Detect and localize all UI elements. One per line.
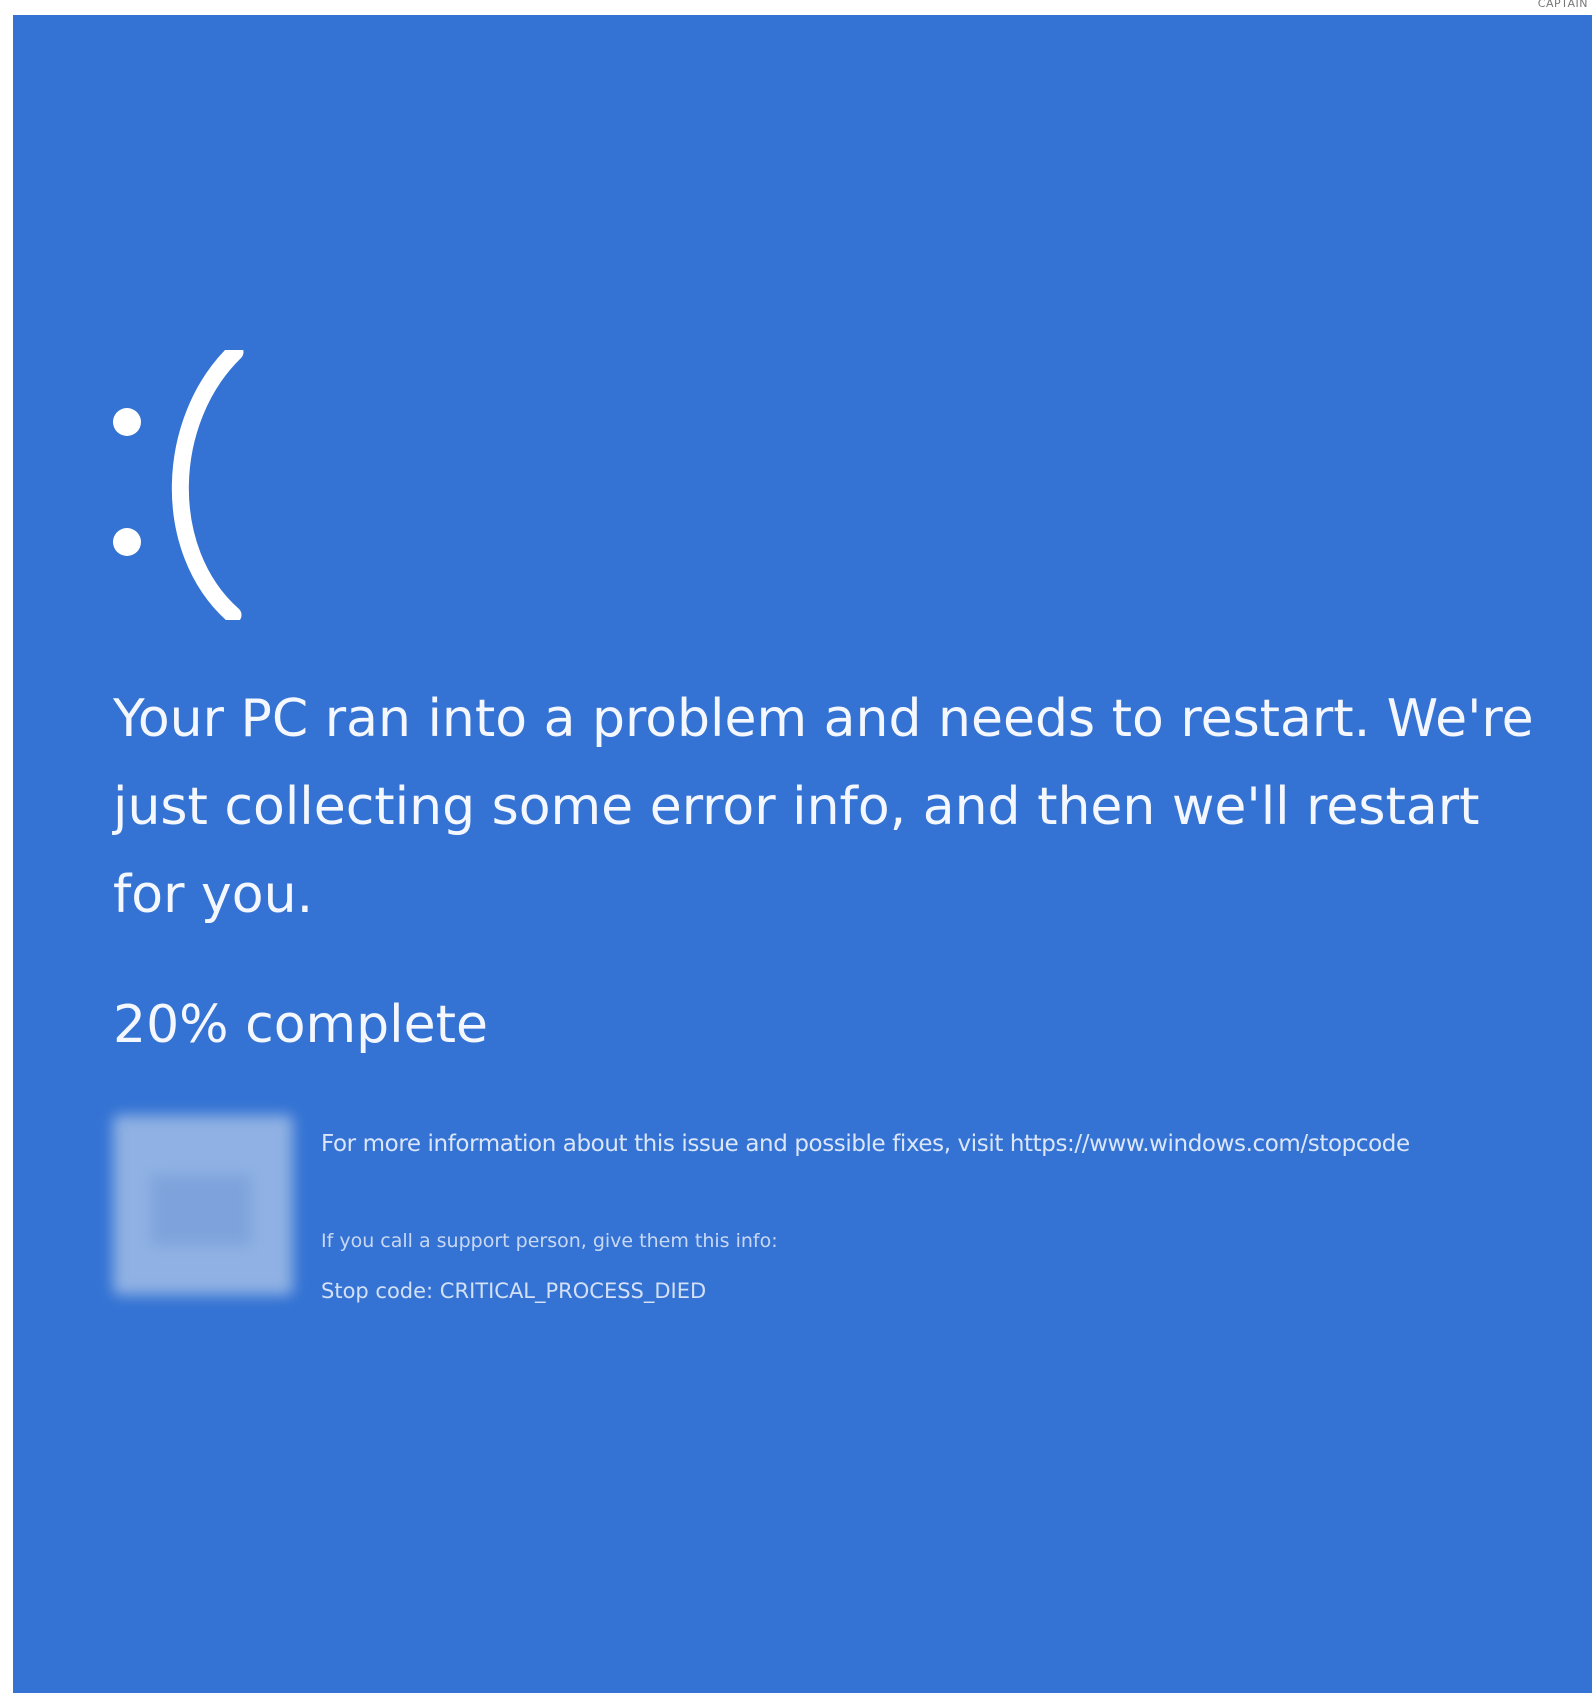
stop-code-text: Stop code: CRITICAL_PROCESS_DIED — [321, 1279, 707, 1303]
corner-credit: CAPTAIN — [1537, 0, 1588, 10]
sad-face-eye-top — [113, 408, 141, 436]
progress-text: 20% complete — [113, 995, 488, 1055]
qr-code-inner — [151, 1175, 251, 1245]
blue-screen: Your PC ran into a problem and needs to … — [13, 15, 1592, 1693]
sad-face-eye-bottom — [113, 528, 141, 556]
more-info-text: For more information about this issue an… — [321, 1131, 1410, 1157]
error-message: Your PC ran into a problem and needs to … — [113, 689, 1534, 925]
sad-face-icon — [113, 350, 244, 620]
sad-face-mouth — [171, 350, 244, 620]
qr-code-icon — [113, 1115, 293, 1295]
support-info-text: If you call a support person, give them … — [321, 1230, 778, 1252]
